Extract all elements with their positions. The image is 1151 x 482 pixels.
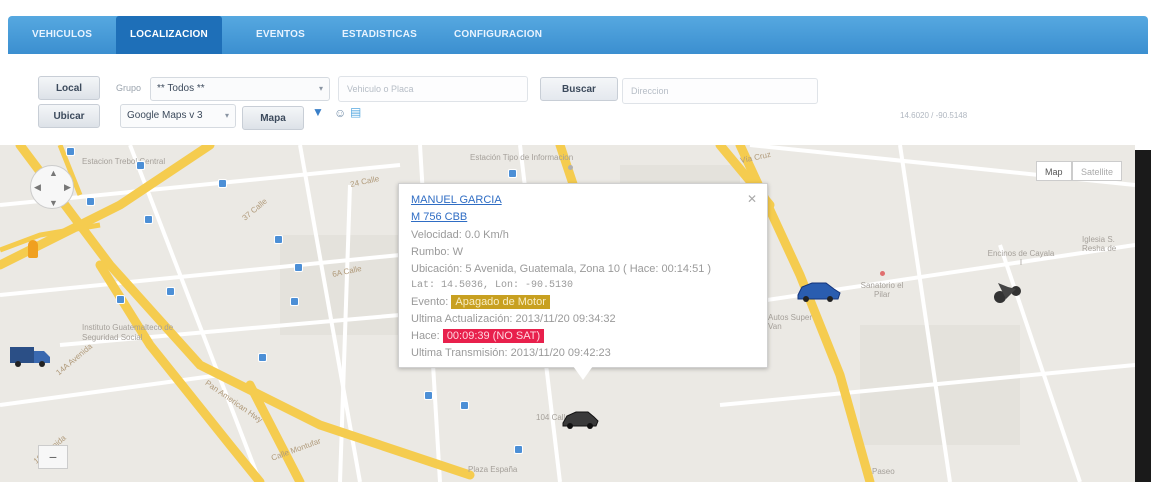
tab-configuracion[interactable]: CONFIGURACION <box>454 16 542 54</box>
buscar-button[interactable]: Buscar <box>540 77 618 101</box>
ultima-actualizacion-text: Ultima Actualización: 2013/11/20 09:34:3… <box>411 313 616 325</box>
map-type-map-button[interactable]: Map <box>1036 161 1072 181</box>
ubicar-button[interactable]: Ubicar <box>38 104 100 128</box>
tab-localizacion[interactable]: LOCALIZACION <box>116 16 222 54</box>
pan-down-icon[interactable]: ▼ <box>49 198 58 208</box>
vehicle-info-popup: ✕ MANUEL GARCIA M 756 CBB Velocidad: 0.0… <box>398 183 768 368</box>
transit-pin-icon <box>116 295 125 304</box>
latlon-text: Lat: 14.5036, Lon: -90.5130 <box>411 280 574 291</box>
mapa-button[interactable]: Mapa <box>242 106 304 130</box>
map-label-estacion-tipo: Estación Tipo de Informacion <box>470 153 574 162</box>
ubicacion-text: Ubicación: 5 Avenida, Guatemala, Zona 10… <box>411 263 712 275</box>
layers-tool-icon[interactable]: ▤ <box>350 105 361 119</box>
popup-pointer <box>573 366 593 380</box>
hace-badge: 00:09:39 (NO SAT) <box>442 329 545 343</box>
map-pan-control[interactable]: ▲ ▼ ◀ ▶ <box>30 165 74 209</box>
transit-pin-icon <box>290 297 299 306</box>
map-right-edge <box>1135 150 1151 482</box>
vehicle-plate-link[interactable]: M 756 CBB <box>411 211 467 223</box>
transit-pin-icon <box>514 445 523 454</box>
grupo-label: Grupo <box>116 83 142 93</box>
transit-pin-icon <box>294 263 303 272</box>
poi-marker-icon <box>568 165 573 170</box>
map-label-encinos: Encinos de Cayala I <box>987 249 1055 267</box>
vehicle-truck-icon[interactable] <box>8 343 52 369</box>
poi-marker-icon <box>880 271 885 276</box>
vehicle-motorcycle-icon[interactable] <box>992 277 1022 305</box>
vehicle-car-dark-icon[interactable] <box>560 407 600 431</box>
map-label-estacion-trebol: Estacion Trebol Central <box>82 157 166 166</box>
direccion-input[interactable]: Direccion <box>622 78 818 104</box>
grupo-select[interactable]: ** Todos ** ▾ <box>150 77 330 101</box>
map-label-sanatorio: Sanatorio el Pilar <box>860 281 904 299</box>
transit-pin-icon <box>86 197 95 206</box>
transit-pin-icon <box>218 179 227 188</box>
rumbo-text: Rumbo: W <box>411 246 463 258</box>
transit-pin-icon <box>166 287 175 296</box>
vehicle-car-blue-icon[interactable] <box>794 279 842 303</box>
transit-pin-icon <box>274 235 283 244</box>
velocidad-text: Velocidad: 0.0 Km/h <box>411 229 509 241</box>
transit-pin-icon <box>508 169 517 178</box>
main-navbar: VEHICULOS LOCALIZACION EVENTOS ESTADISTI… <box>8 16 1148 54</box>
pan-right-icon[interactable]: ▶ <box>64 182 71 193</box>
map-provider-select[interactable]: Google Maps v 3 ▾ <box>120 104 236 128</box>
evento-label: Evento: <box>411 296 449 308</box>
map-tool-icon[interactable]: ▼ <box>312 105 324 119</box>
map-label-iglesia: Iglesia S. Resha de <box>1082 235 1117 253</box>
transit-pin-icon <box>136 161 145 170</box>
map-type-satellite-button[interactable]: Satellite <box>1072 161 1123 181</box>
grupo-select-value: ** Todos ** <box>157 83 205 94</box>
map-label-instituto: Instituto Guatemalteco de Seguridad Soci… <box>82 323 174 342</box>
tab-eventos[interactable]: EVENTOS <box>256 16 305 54</box>
map-label-paseo: Paseo <box>872 467 895 476</box>
tab-estadisticas[interactable]: ESTADISTICAS <box>342 16 417 54</box>
map-label-autos: Autos Super Van <box>768 313 813 331</box>
evento-badge: Apagado de Motor <box>451 295 550 309</box>
transit-pin-icon <box>460 401 469 410</box>
pan-left-icon[interactable]: ◀ <box>34 182 41 193</box>
chevron-down-icon: ▾ <box>224 111 229 120</box>
transit-pin-icon <box>144 215 153 224</box>
local-button[interactable]: Local <box>38 76 100 100</box>
ultima-transmision-text: Ultima Transmisión: 2013/11/20 09:42:23 <box>411 347 611 359</box>
map-label-plaza-espana: Plaza España <box>468 465 518 474</box>
street-view-pegman-icon[interactable] <box>28 240 38 258</box>
close-icon[interactable]: ✕ <box>747 192 757 206</box>
tab-vehiculos[interactable]: VEHICULOS <box>32 16 92 54</box>
hace-label: Hace: <box>411 330 440 342</box>
transit-pin-icon <box>258 353 267 362</box>
map-provider-value: Google Maps v 3 <box>127 110 203 121</box>
pan-up-icon[interactable]: ▲ <box>49 168 58 178</box>
transit-pin-icon <box>66 147 75 156</box>
driver-name-link[interactable]: MANUEL GARCIA <box>411 194 502 206</box>
coordinates-readout: 14.6020 / -90.5148 <box>900 111 968 120</box>
transit-pin-icon <box>424 391 433 400</box>
chevron-down-icon: ▾ <box>318 84 323 93</box>
vehicle-search-input[interactable]: Vehiculo o Placa <box>338 76 528 102</box>
people-tool-icon[interactable]: ☺ <box>334 106 346 120</box>
zoom-out-button[interactable]: − <box>38 445 68 469</box>
